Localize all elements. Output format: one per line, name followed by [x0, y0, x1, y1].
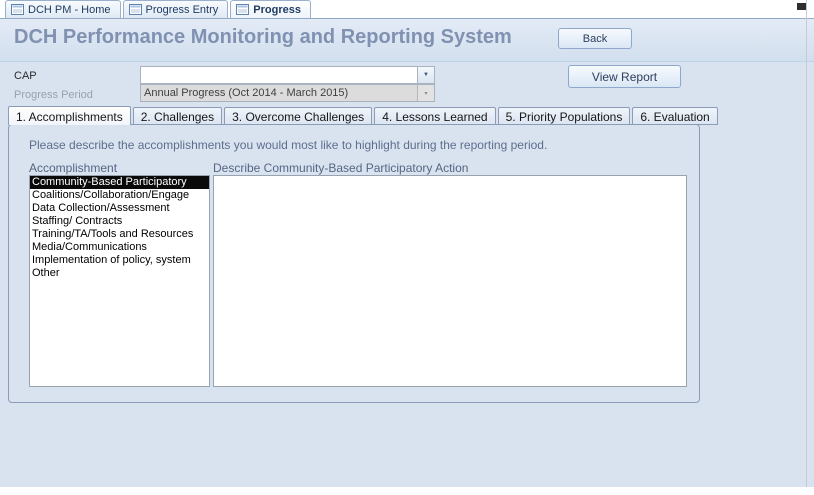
tab-priority-populations[interactable]: 5. Priority Populations — [498, 107, 631, 125]
list-item[interactable]: Training/TA/Tools and Resources — [30, 228, 209, 241]
progress-period-combobox: Annual Progress (Oct 2014 - March 2015) … — [140, 84, 435, 102]
doc-tab-label: DCH PM - Home — [28, 4, 111, 16]
page-title: DCH Performance Monitoring and Reporting… — [14, 26, 512, 49]
cap-combobox[interactable]: ▼ — [140, 66, 435, 84]
instruction-text: Please describe the accomplishments you … — [29, 138, 547, 152]
doc-tab-label: Progress Entry — [146, 4, 219, 16]
app-window: DCH PM - Home Progress Entry Progress DC… — [0, 0, 814, 495]
tab-accomplishments[interactable]: 1. Accomplishments — [8, 106, 131, 125]
tab-lessons-learned[interactable]: 4. Lessons Learned — [374, 107, 495, 125]
cap-combobox-value — [141, 67, 417, 83]
tab-challenges[interactable]: 2. Challenges — [133, 107, 222, 125]
doc-tab-progress[interactable]: Progress — [230, 0, 311, 18]
accomplishments-panel: Please describe the accomplishments you … — [8, 124, 700, 403]
window-bottom-edge — [0, 487, 814, 495]
list-item[interactable]: Other — [30, 267, 209, 280]
doc-tab-progress-entry[interactable]: Progress Entry — [123, 0, 229, 18]
tab-evaluation[interactable]: 6. Evaluation — [632, 107, 717, 125]
list-item[interactable]: Community-Based Participatory — [30, 176, 209, 189]
doc-tab-label: Progress — [253, 4, 301, 16]
form-icon — [129, 4, 142, 15]
document-tab-bar: DCH PM - Home Progress Entry Progress — [0, 0, 814, 19]
form-icon — [11, 4, 24, 15]
scrollbar-fragment — [797, 3, 806, 10]
cap-label: CAP — [14, 70, 37, 82]
accomplishment-listbox[interactable]: Community-Based Participatory Coalitions… — [29, 175, 210, 387]
section-tab-strip: 1. Accomplishments 2. Challenges 3. Over… — [8, 106, 718, 125]
dropdown-arrow-icon[interactable]: ▼ — [417, 67, 434, 83]
progress-period-value: Annual Progress (Oct 2014 - March 2015) — [141, 85, 417, 101]
progress-period-label: Progress Period — [14, 89, 93, 101]
list-item[interactable]: Data Collection/Assessment — [30, 202, 209, 215]
list-item[interactable]: Coalitions/Collaboration/Engage — [30, 189, 209, 202]
window-right-edge — [806, 0, 807, 487]
back-button[interactable]: Back — [558, 28, 632, 49]
doc-tab-dch-pm-home[interactable]: DCH PM - Home — [5, 0, 121, 18]
list-item[interactable]: Media/Communications — [30, 241, 209, 254]
list-item[interactable]: Staffing/ Contracts — [30, 215, 209, 228]
tab-overcome-challenges[interactable]: 3. Overcome Challenges — [224, 107, 372, 125]
dropdown-arrow-disabled-icon: ▾ — [417, 85, 434, 101]
accomplishment-list-label: Accomplishment — [29, 161, 117, 175]
list-item[interactable]: Implementation of policy, system — [30, 254, 209, 267]
view-report-button[interactable]: View Report — [568, 65, 681, 88]
form-icon — [236, 4, 249, 15]
describe-field-label: Describe Community-Based Participatory A… — [213, 161, 468, 175]
describe-textarea[interactable] — [213, 175, 687, 387]
